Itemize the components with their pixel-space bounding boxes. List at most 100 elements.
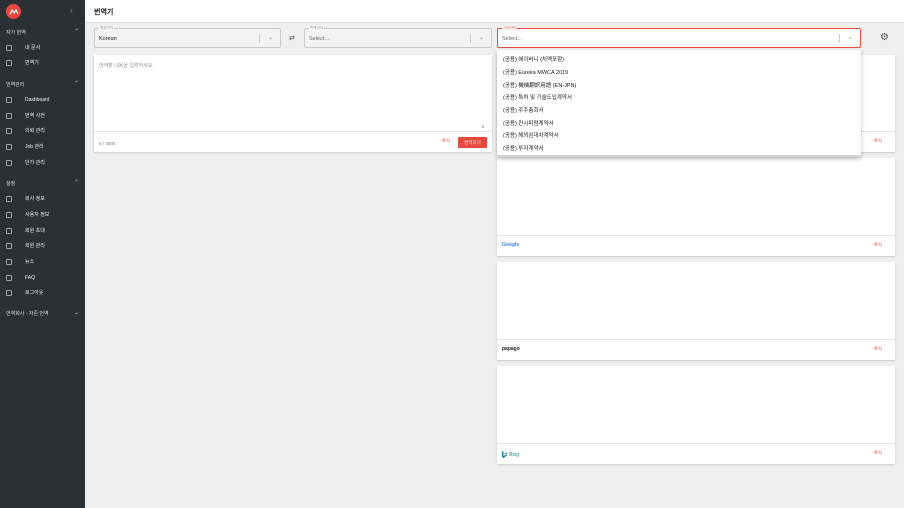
sidebar-item-label: 회원 초대 [25, 228, 45, 234]
divider [94, 131, 492, 132]
dashboard-icon [6, 96, 12, 103]
chevron-down-icon: ⌄ [73, 310, 79, 316]
dropdown-option[interactable]: (공용) 특허 및 기술도입계약서 [503, 93, 572, 101]
separator [470, 34, 471, 43]
copy-button[interactable]: 복사 [874, 242, 882, 248]
dropdown-option[interactable]: (공용) 컨시퍼럼계약서 [503, 119, 554, 127]
dropdown-option[interactable]: (공용) Eureka MWCA 2019 [503, 68, 568, 76]
sidebar-item-dashboard[interactable]: Dashboard [6, 94, 81, 105]
separator [839, 34, 840, 43]
chevron-down-icon: ⌄ [478, 35, 484, 41]
section-self-translation[interactable]: 자가 번역 ⌃ [6, 29, 79, 36]
logo-icon [8, 8, 19, 14]
sidebar-item-label: 로그아웃 [25, 290, 44, 296]
sidebar-item-dictionary[interactable]: 번역 사전 [6, 110, 81, 121]
papago-logo: papago [502, 346, 520, 352]
dictionary-dropdown-menu: (공용) 헤이버니 (치멕포함) (공용) Eureka MWCA 2019 (… [497, 50, 861, 157]
document-icon [6, 227, 12, 234]
sidebar-item-label: 단가 관리 [25, 160, 45, 166]
sidebar-item-label: 사용자 정보 [25, 212, 50, 218]
chevron-down-icon: ⌄ [267, 35, 273, 41]
chevron-up-icon: ⌃ [73, 81, 79, 87]
bing-icon [502, 451, 507, 458]
sidebar-item-requests[interactable]: 의뢰 관리 [6, 125, 81, 136]
field-value: Select... [502, 36, 522, 42]
book-icon [6, 112, 12, 119]
sidebar-item-label: 회사 정보 [25, 196, 45, 202]
dropdown-option[interactable]: (공용) 투자계약서 [503, 144, 544, 152]
chevron-up-icon: ⌃ [73, 180, 79, 186]
copy-button[interactable]: 복사 [874, 450, 882, 456]
copy-button[interactable]: 복사 [874, 346, 882, 352]
copy-button[interactable]: 복사 [874, 138, 882, 144]
engine-name: Bing [509, 451, 520, 458]
sidebar-item-logout[interactable]: 로그아웃 [6, 287, 81, 298]
sidebar-item-label: Dashboard [25, 96, 50, 103]
sidebar-item-label: 회원 관리 [25, 243, 45, 249]
section-label: 자가 번역 [6, 30, 26, 36]
sidebar-item-members[interactable]: 회원 관리 [6, 240, 81, 251]
dictionary-select[interactable]: 사전선택 Select... ⌄ [497, 26, 861, 48]
collapse-sidebar-icon[interactable]: ‹ [70, 6, 73, 15]
section-label: 번역회사 - 자존 번역 [6, 311, 49, 317]
dropdown-option[interactable]: (공용) 헤이버니 (치멕포함) [503, 55, 564, 63]
section-label: 번역관리 [6, 82, 25, 88]
field-label: 사전선택 [502, 26, 517, 31]
swap-languages-icon[interactable]: ⇄ [289, 34, 295, 42]
sidebar-item-label: FAQ [25, 274, 36, 281]
sidebar-item-label: 뉴스 [25, 259, 35, 265]
translate-button[interactable]: 번역하기 [458, 137, 487, 148]
bing-logo: Bing [502, 451, 519, 458]
source-language-select[interactable]: 원본언어 Korean ⌄ [94, 26, 281, 48]
app-logo[interactable] [6, 4, 21, 19]
list-icon [6, 127, 12, 134]
person-icon [6, 242, 12, 249]
top-bar: 번역기 [85, 0, 904, 23]
sidebar-item-translator[interactable]: 번역기 [6, 57, 81, 68]
sidebar-item-invite[interactable]: 회원 초대 [6, 225, 81, 236]
field-label: 번역언어 [309, 26, 324, 31]
chevron-up-icon: ⌃ [73, 29, 79, 35]
resize-handle-icon[interactable]: ◢ [481, 123, 484, 128]
file-icon [6, 44, 12, 51]
logout-icon [6, 289, 12, 296]
dropdown-option[interactable]: (공용) 機械翻訳用語 (EN-JPN) [503, 81, 576, 89]
sidebar-item-my-documents[interactable]: 내 문서 [6, 42, 81, 53]
sidebar: ‹ 자가 번역 ⌃ 내 문서 번역기 번역관리 ⌃ Dashboard 번역 사… [0, 0, 85, 508]
sidebar-item-faq[interactable]: FAQ [6, 272, 81, 283]
list-icon [6, 143, 12, 150]
field-value: Korean [99, 36, 117, 42]
sidebar-item-rates[interactable]: 단가 관리 [6, 157, 81, 168]
section-label: 설정 [6, 181, 16, 187]
field-value: Select... [309, 36, 329, 42]
section-translation-management[interactable]: 번역관리 ⌃ [6, 81, 79, 88]
sidebar-item-company-info[interactable]: 회사 정보 [6, 193, 81, 204]
target-language-select[interactable]: 번역언어 Select... ⌄ [304, 26, 492, 48]
dropdown-option[interactable]: (공용) 주주총회서 [503, 106, 544, 114]
section-company-translation[interactable]: 번역회사 - 자존 번역 ⌄ [6, 310, 79, 317]
news-icon [6, 258, 12, 265]
translate-icon [6, 59, 12, 66]
sidebar-item-user-info[interactable]: 사용자 정보 [6, 209, 81, 220]
dropdown-option[interactable]: (공용) 해외임대차계약서 [503, 131, 559, 139]
source-text-card: 번역할 내용을 입력하세요. ◢ 0 / 3000 복사 번역하기 [94, 55, 492, 152]
sidebar-item-news[interactable]: 뉴스 [6, 256, 81, 267]
sidebar-item-label: Job 관리 [25, 144, 44, 150]
result-card-google: Google 복사 [497, 158, 895, 256]
field-label: 원본언어 [99, 26, 114, 31]
divider [497, 443, 895, 444]
sidebar-item-label: 의뢰 관리 [25, 128, 45, 134]
sidebar-item-jobs[interactable]: Job 관리 [6, 141, 81, 152]
sidebar-item-label: 번역기 [25, 60, 39, 66]
section-settings[interactable]: 설정 ⌃ [6, 180, 79, 187]
divider [497, 235, 895, 236]
sidebar-item-label: 번역 사전 [25, 113, 45, 119]
source-text-input[interactable]: 번역할 내용을 입력하세요. [99, 62, 154, 69]
page-title: 번역기 [94, 9, 114, 16]
person-icon [6, 211, 12, 218]
gear-icon[interactable]: ⚙ [880, 32, 889, 43]
horizontal-scrollbar[interactable] [497, 155, 861, 157]
copy-button[interactable]: 복사 [442, 138, 450, 144]
result-card-papago: papago 복사 [497, 262, 895, 360]
divider [497, 339, 895, 340]
